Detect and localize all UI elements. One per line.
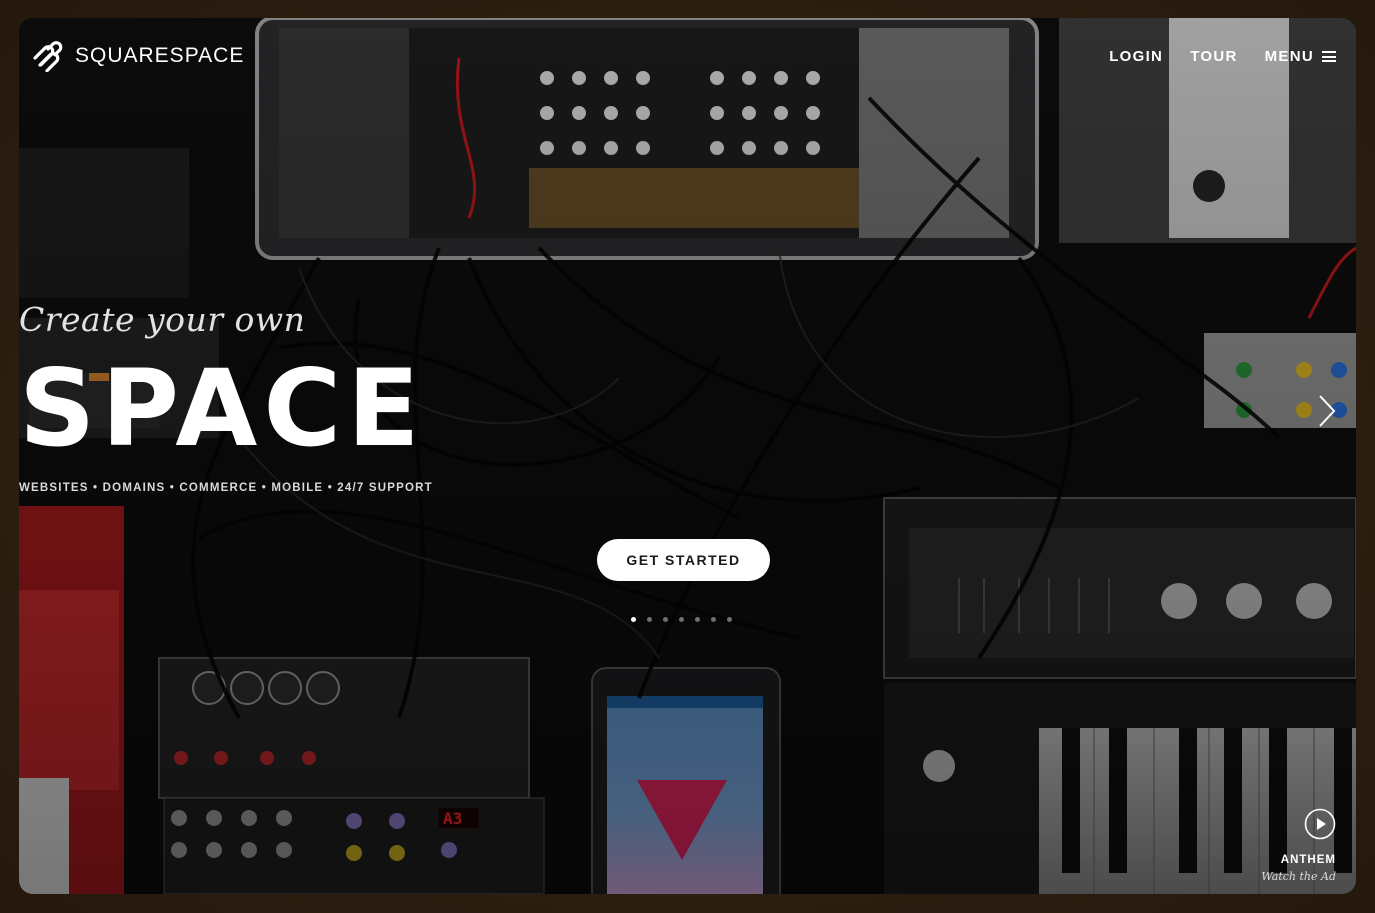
slide-dot-2[interactable] [647, 617, 652, 622]
squarespace-logo-icon [33, 41, 63, 72]
chevron-right-icon[interactable] [1316, 393, 1338, 429]
brand-logo[interactable]: SQUARESPACE [31, 40, 244, 72]
menu-button[interactable]: MENU [1265, 48, 1336, 65]
slide-pagination [631, 617, 743, 622]
hero-features: WEBSITES • DOMAINS • COMMERCE • MOBILE •… [19, 482, 433, 494]
anthem-video-link[interactable]: ANTHEM Watch the Ad [1261, 808, 1336, 883]
menu-label: MENU [1264, 48, 1314, 65]
login-link[interactable]: LOGIN [1109, 48, 1163, 65]
tour-link[interactable]: TOUR [1190, 48, 1237, 65]
slide-dot-1[interactable] [631, 617, 636, 622]
anthem-subtitle: Watch the Ad [1261, 870, 1336, 883]
slide-dot-7[interactable] [727, 617, 732, 622]
hero-stage: A3 [19, 18, 1356, 894]
hero-tagline: Create your own [19, 300, 306, 339]
brand-name: SQUARESPACE [75, 44, 245, 67]
slide-dot-3[interactable] [663, 617, 668, 622]
slide-dot-4[interactable] [679, 617, 684, 622]
get-started-button[interactable]: GET STARTED [597, 539, 770, 581]
hamburger-icon [1322, 51, 1336, 62]
anthem-title: ANTHEM [1280, 854, 1336, 866]
slide-dot-5[interactable] [695, 617, 700, 622]
slide-dot-6[interactable] [711, 617, 716, 622]
play-icon[interactable] [1304, 808, 1336, 840]
hero-headline: SPACE [19, 347, 426, 470]
top-nav: LOGIN TOUR MENU [1082, 48, 1336, 65]
